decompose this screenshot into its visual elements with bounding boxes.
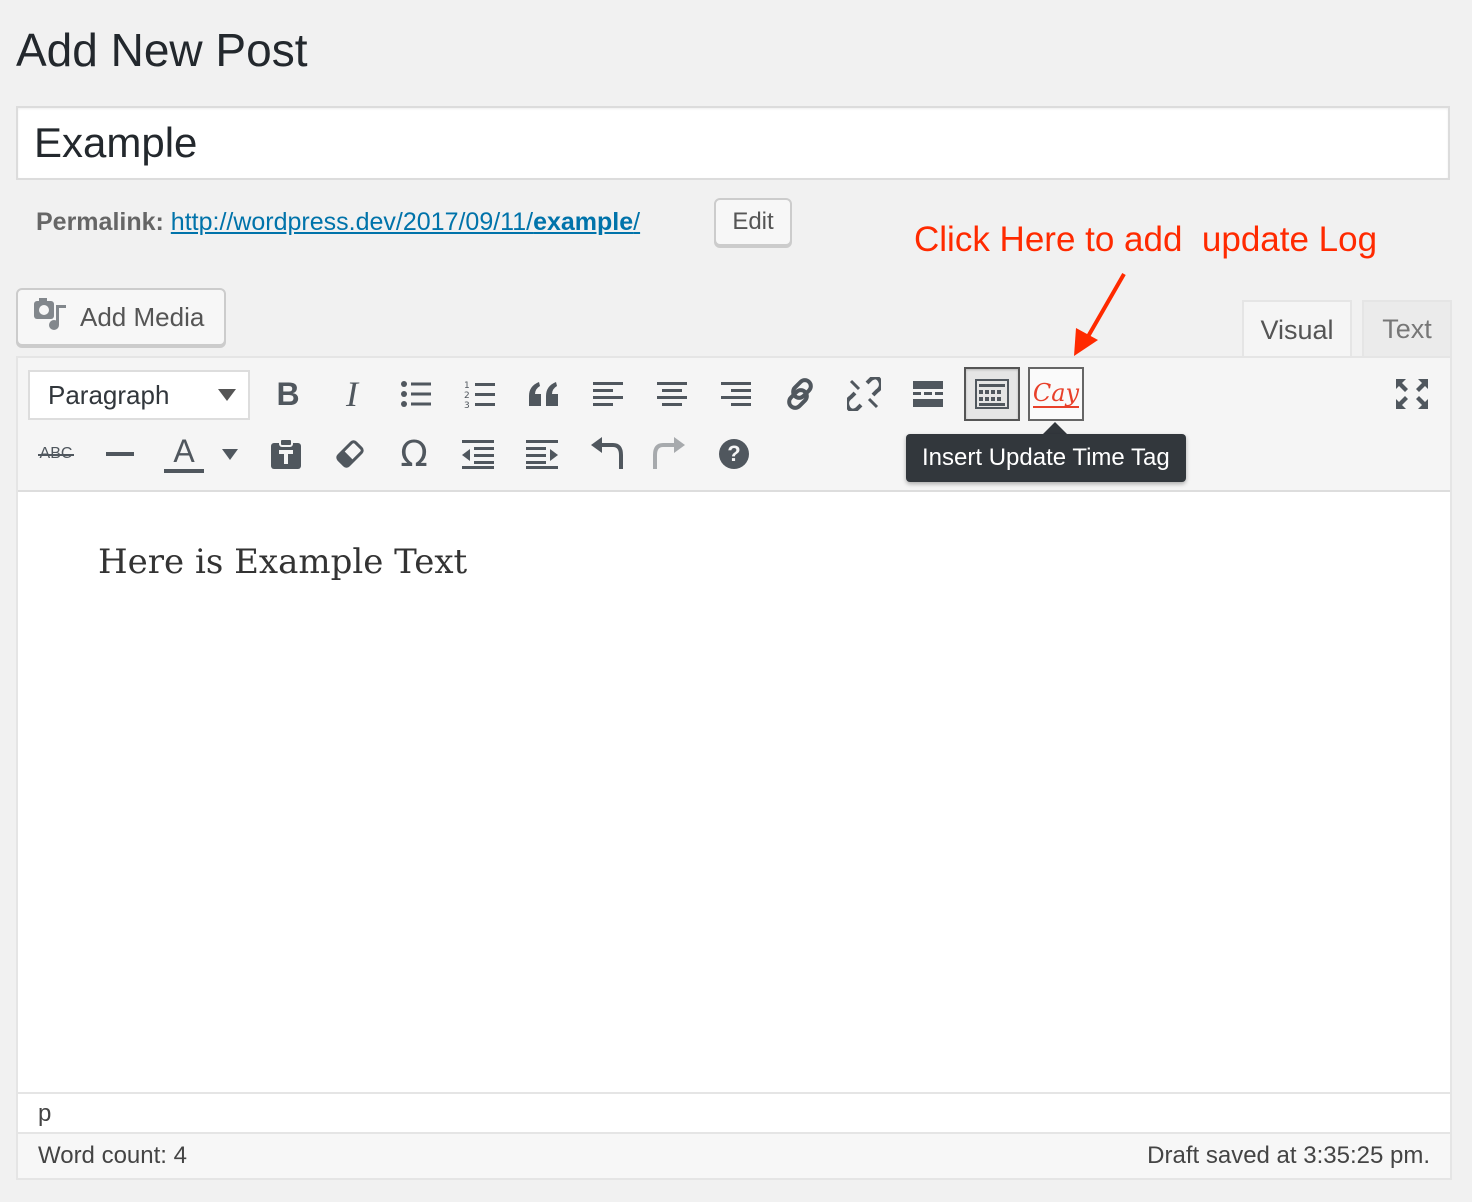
element-path-bar [18,1092,1450,1132]
text-color-icon[interactable]: A [158,428,210,480]
italic-icon[interactable]: I [326,368,378,420]
page-title: Add New Post [16,24,308,76]
special-character-icon[interactable]: Ω [388,428,440,480]
link-icon[interactable] [774,368,826,420]
format-select-value: Paragraph [48,379,170,410]
bullet-list-icon[interactable] [390,368,442,420]
permalink-url-suffix: / [633,208,641,236]
add-media-button[interactable]: Add Media [16,288,226,346]
word-count: Word count: 4 [38,1142,187,1169]
redo-icon[interactable] [644,428,696,480]
draft-saved-status: Draft saved at 3:35:25 pm. [1147,1142,1430,1169]
annotation-text: Click Here to add update Log [914,220,1378,259]
tooltip-arrow [1043,422,1067,434]
text-color-dropdown[interactable] [212,436,248,472]
tooltip: Insert Update Time Tag [906,434,1186,482]
undo-icon[interactable] [580,428,632,480]
add-media-label: Add Media [80,301,205,332]
chevron-down-icon [218,389,236,401]
strikethrough-icon[interactable]: ABC [30,428,82,480]
permalink-url-prefix: http://wordpress.dev/2017/09/11/ [170,208,534,236]
format-select[interactable]: Paragraph [28,370,250,420]
align-center-icon[interactable] [646,368,698,420]
indent-icon[interactable] [516,428,568,480]
annotation-arrow [1074,273,1126,356]
permalink-row: Permalink: http://wordpress.dev/2017/09/… [36,204,640,240]
permalink-label: Permalink: [36,208,164,236]
text-color-glyph: A [173,433,195,469]
svg-text:1: 1 [464,381,470,391]
permalink-link[interactable]: http://wordpress.dev/2017/09/11/example/ [171,208,640,236]
bold-icon[interactable]: B [262,368,314,420]
omega-glyph: Ω [400,433,428,475]
horizontal-line-icon[interactable] [94,428,146,480]
help-icon[interactable]: ? [708,428,760,480]
read-more-icon[interactable] [902,368,954,420]
update-time-tag-icon[interactable]: Cay [1028,367,1084,421]
post-title-input[interactable] [16,106,1450,180]
clear-formatting-icon[interactable] [324,428,376,480]
italic-glyph: I [346,374,358,414]
add-media-icon [32,297,68,338]
svg-text:2: 2 [464,391,470,401]
help-glyph: ? [719,439,749,469]
strikethrough-line [37,454,75,456]
fullscreen-icon[interactable] [1386,368,1438,420]
chevron-down-icon [222,448,238,460]
tab-text[interactable]: Text [1362,300,1452,356]
element-path[interactable]: p [38,1100,51,1128]
tab-visual[interactable]: Visual [1242,300,1352,358]
blockquote-icon[interactable] [518,368,570,420]
outdent-icon[interactable] [452,428,504,480]
toolbar-toggle-icon[interactable] [964,367,1020,421]
paste-as-text-icon[interactable] [260,428,312,480]
text-color-swatch [164,469,204,473]
align-right-icon[interactable] [710,368,762,420]
permalink-url-slug: example [533,208,634,236]
numbered-list-icon[interactable]: 123 [454,368,506,420]
unlink-icon[interactable] [838,368,890,420]
editor-content[interactable]: Here is Example Text [98,540,467,584]
align-left-icon[interactable] [582,368,634,420]
svg-text:3: 3 [464,401,470,409]
update-time-tag-glyph: Cay [1032,379,1080,408]
permalink-edit-button[interactable]: Edit [714,198,792,246]
bold-glyph: B [276,375,300,412]
